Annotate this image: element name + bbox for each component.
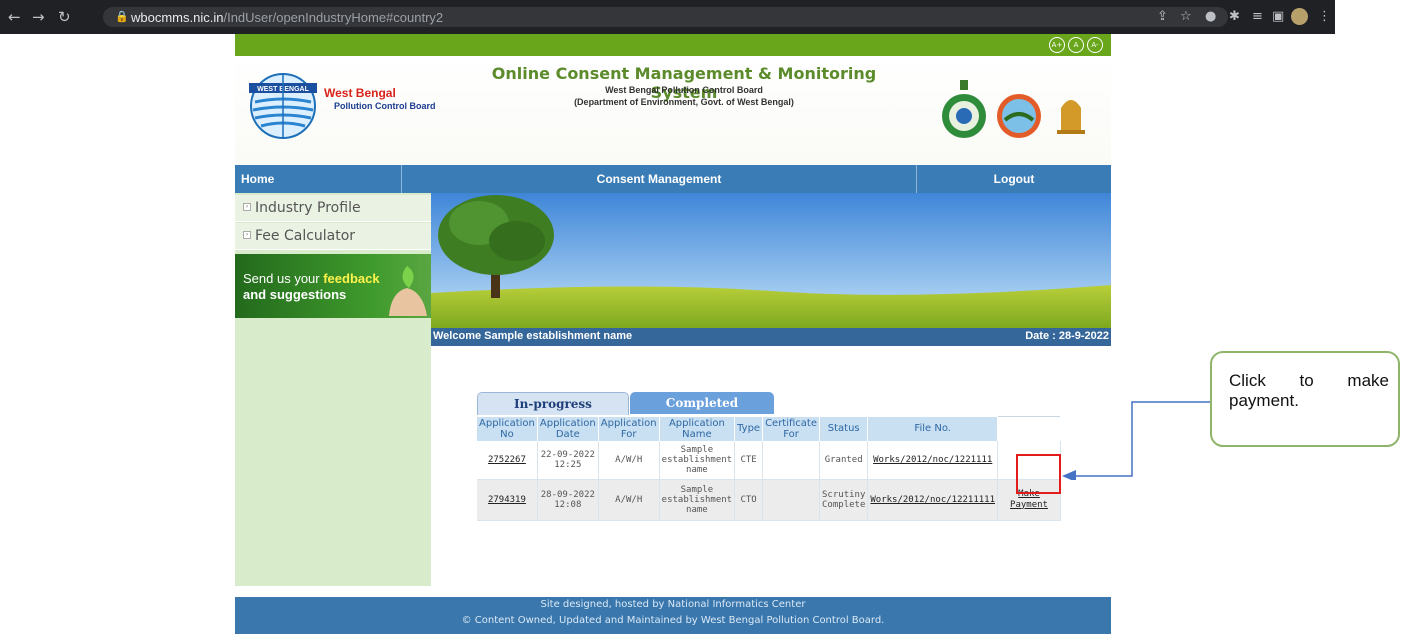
site-page: A+ A A- WEST BENGAL West Bengal Pollutio… [235,34,1111,634]
font-size-controls: A+ A A- [1049,37,1103,53]
application-for-cell: A/W/H [598,479,660,521]
welcome-text: Welcome Sample establishment name [433,330,633,342]
current-date: Date : 28-9-2022 [1025,330,1109,342]
reading-list-icon[interactable]: ≡ [1252,9,1263,24]
time-text: 12:08 [554,499,582,510]
status-cell: Granted [819,440,869,480]
menu-home[interactable]: Home [241,165,274,193]
table-row: 2794319 28-09-2022 12:08 A/W/H Sample est… [477,479,1061,521]
welcome-bar: Welcome Sample establishment name Date :… [431,328,1111,346]
table-row: 2752267 22-09-2022 12:25 A/W/H Sample est… [477,440,1061,480]
footer-credit: Site designed, hosted by National Inform… [540,599,806,610]
instruction-callout: Click to make payment. [1210,351,1400,447]
state-emblem-icon [942,80,986,138]
tab-completed[interactable]: Completed Application [630,392,774,432]
certificate-for-cell [762,440,821,480]
type-cell: CTE [734,440,764,480]
application-name-cell: Sample establishment name [659,440,736,480]
file-number-link[interactable]: Works/2012/noc/12211111 [867,479,998,521]
bookmark-star-icon[interactable]: ☆ [1180,9,1192,24]
footer-copyright: © Content Owned, Updated and Maintained … [461,615,885,626]
application-number-link[interactable]: 2794319 [477,479,538,521]
feedback-line2: and suggestions [243,287,347,302]
hands-leaf-icon [389,266,427,316]
font-decrease-button[interactable]: A- [1087,37,1103,53]
feedback-keyword: feedback [323,271,380,286]
more-menu-icon[interactable]: ⋮ [1318,9,1331,24]
make-payment-line2: Payment [1010,499,1048,510]
logo-subtitle: Pollution Control Board [334,101,436,111]
column-header-action [997,416,1061,441]
url-text: wbocmms.nic.in/IndUser/openIndustryHome#… [131,10,443,25]
application-date-cell: 28-09-2022 12:08 [537,479,599,521]
url-host: wbocmms.nic.in [131,10,224,25]
forward-arrow-icon[interactable]: → [32,8,45,26]
bullet-icon: › [243,231,251,239]
wbpcb-logo-icon: WEST BENGAL [249,73,317,139]
table-header-row: Application No Application Date Applicat… [477,416,1061,441]
shield-extension-icon[interactable]: ● [1205,9,1216,24]
profile-avatar[interactable] [1291,8,1308,25]
column-header: Certificate For [762,416,821,441]
column-header: Status [819,416,869,441]
file-number-link[interactable]: Works/2012/noc/1221111 [867,440,998,480]
type-cell: CTO [734,479,764,521]
lock-icon: 🔒 [115,10,129,23]
menu-logout[interactable]: Logout [917,165,1111,193]
sidebar-item-label: Fee Calculator [255,228,356,244]
feedback-prefix: Send us your [243,271,324,286]
back-arrow-icon[interactable]: ← [8,8,21,26]
make-payment-highlight [1016,454,1061,494]
logo-title: West Bengal [324,86,396,100]
bullet-icon: › [243,203,251,211]
date-text: 22-09-2022 [540,449,595,460]
font-normal-button[interactable]: A [1068,37,1084,53]
column-header: Application For [598,416,660,441]
column-header: Type [734,416,764,441]
environment-seal-icon [997,94,1041,138]
feedback-line1: Send us your feedback [243,271,380,286]
header-subtitle-department: (Department of Environment, Govt. of Wes… [574,97,794,107]
hero-banner-image [431,193,1111,328]
pointer-arrow-icon [1062,401,1210,480]
url-path: /IndUser/openIndustryHome#country2 [223,10,444,25]
column-header: Application Name [659,416,736,441]
sidebar-item-industry-profile[interactable]: › Industry Profile [235,195,431,222]
feedback-banner[interactable]: Send us your feedback and suggestions [235,254,431,318]
extensions-puzzle-icon[interactable]: ✱ [1229,9,1240,24]
menu-consent-management[interactable]: Consent Management [402,165,916,193]
status-cell: Scrutiny Complete [819,479,869,521]
applications-table: Application No Application Date Applicat… [477,416,1061,521]
certificate-for-cell [762,479,821,521]
side-panel-icon[interactable]: ▣ [1272,9,1284,24]
national-emblem-icon [1057,100,1085,134]
application-date-cell: 22-09-2022 12:25 [537,440,599,480]
column-header: Application No [477,416,538,441]
application-number-link[interactable]: 2752267 [477,440,538,480]
application-tabs: In-progress Application Completed Applic… [477,392,777,433]
tab-in-progress[interactable]: In-progress Application [477,392,629,433]
column-header: Application Date [537,416,599,441]
address-bar[interactable]: 🔒 wbocmms.nic.in/IndUser/openIndustryHom… [103,7,1228,27]
browser-toolbar: ← → ↻ 🔒 wbocmms.nic.in/IndUser/openIndus… [0,0,1335,34]
font-increase-button[interactable]: A+ [1049,37,1065,53]
share-icon[interactable]: ⇪ [1157,9,1168,24]
date-text: 28-09-2022 [540,489,595,500]
sidebar: › Industry Profile › Fee Calculator Send… [235,193,431,586]
site-footer: Site designed, hosted by National Inform… [235,597,1111,634]
callout-text: Click to make payment. [1229,371,1389,410]
application-for-cell: A/W/H [598,440,660,480]
application-name-cell: Sample establishment name [659,479,736,521]
sidebar-item-label: Industry Profile [255,200,361,216]
site-header: WEST BENGAL West Bengal Pollution Contro… [235,56,1111,165]
sidebar-item-fee-calculator[interactable]: › Fee Calculator [235,223,431,250]
main-menu: Home Consent Management Logout [235,165,1111,193]
time-text: 12:25 [554,459,582,470]
accessibility-bar: A+ A A- [235,34,1111,56]
header-subtitle-board: West Bengal Pollution Control Board [605,85,763,95]
reload-icon[interactable]: ↻ [58,8,71,26]
column-header: File No. [867,416,998,441]
